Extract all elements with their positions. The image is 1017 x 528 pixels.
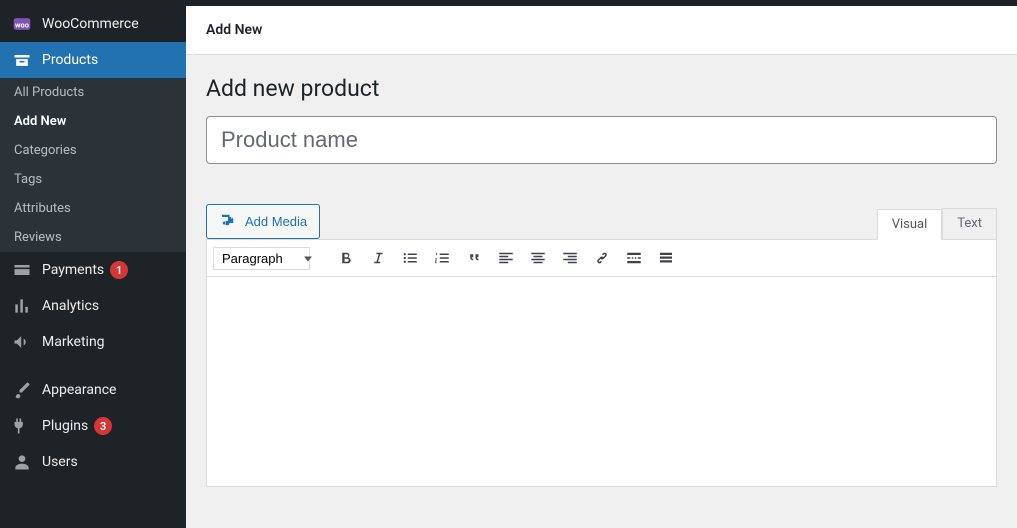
add-media-label: Add Media [245, 214, 307, 229]
sidebar-label: Payments [42, 262, 104, 278]
brush-icon [12, 380, 32, 400]
tab-visual[interactable]: Visual [877, 209, 943, 240]
content-header: Add New [186, 6, 1017, 55]
sidebar-label: Plugins [42, 418, 88, 434]
badge-count: 1 [110, 261, 128, 279]
sidebar-sub-add-new[interactable]: Add New [0, 107, 186, 136]
align-left-button[interactable] [490, 244, 522, 272]
align-center-button[interactable] [522, 244, 554, 272]
sidebar-label: Users [42, 454, 78, 470]
editor-content-area[interactable] [206, 277, 997, 487]
italic-button[interactable] [362, 244, 394, 272]
sidebar-label: Analytics [42, 298, 99, 314]
sidebar-label: Appearance [42, 382, 116, 398]
admin-sidebar: woo WooCommerce Products All Products Ad… [0, 6, 186, 528]
editor-tabs: Visual Text [877, 208, 997, 239]
format-select[interactable]: Paragraph [213, 247, 310, 270]
sidebar-item-users[interactable]: Users [0, 444, 186, 480]
number-list-button[interactable] [426, 244, 458, 272]
sidebar-item-appearance[interactable]: Appearance [0, 372, 186, 408]
plug-icon [12, 416, 32, 436]
sidebar-sub-all-products[interactable]: All Products [0, 78, 186, 107]
sidebar-sub-categories[interactable]: Categories [0, 136, 186, 165]
bold-button[interactable] [330, 244, 362, 272]
main-content: Add New Add new product Add Media Visual… [186, 6, 1017, 528]
svg-text:woo: woo [15, 20, 29, 29]
editor-toolbar: Paragraph [206, 239, 997, 277]
read-more-button[interactable] [618, 244, 650, 272]
align-right-button[interactable] [554, 244, 586, 272]
product-name-input[interactable] [206, 116, 997, 164]
camera-music-icon [219, 211, 237, 232]
sidebar-label: WooCommerce [42, 16, 139, 32]
tab-text[interactable]: Text [942, 208, 997, 239]
sidebar-item-products[interactable]: Products [0, 42, 186, 78]
sidebar-submenu-products: All Products Add New Categories Tags Att… [0, 78, 186, 252]
credit-card-icon [12, 260, 32, 280]
bullet-list-button[interactable] [394, 244, 426, 272]
link-button[interactable] [586, 244, 618, 272]
sidebar-label: Products [42, 52, 98, 68]
sidebar-sub-attributes[interactable]: Attributes [0, 194, 186, 223]
archive-icon [12, 50, 32, 70]
badge-count: 3 [94, 417, 112, 435]
user-icon [12, 452, 32, 472]
sidebar-item-woocommerce[interactable]: woo WooCommerce [0, 6, 186, 42]
woocommerce-icon: woo [12, 14, 32, 34]
sidebar-item-analytics[interactable]: Analytics [0, 288, 186, 324]
blockquote-button[interactable] [458, 244, 490, 272]
toolbar-toggle-button[interactable] [650, 244, 682, 272]
chart-bar-icon [12, 296, 32, 316]
sidebar-sub-reviews[interactable]: Reviews [0, 223, 186, 252]
current-arrow-icon [186, 52, 194, 68]
sidebar-item-payments[interactable]: Payments 1 [0, 252, 186, 288]
sidebar-item-plugins[interactable]: Plugins 3 [0, 408, 186, 444]
header-title: Add New [206, 22, 262, 38]
sidebar-sub-tags[interactable]: Tags [0, 165, 186, 194]
add-media-button[interactable]: Add Media [206, 204, 320, 239]
page-title: Add new product [206, 75, 997, 102]
sidebar-label: Marketing [42, 334, 105, 350]
megaphone-icon [12, 332, 32, 352]
sidebar-item-marketing[interactable]: Marketing [0, 324, 186, 360]
